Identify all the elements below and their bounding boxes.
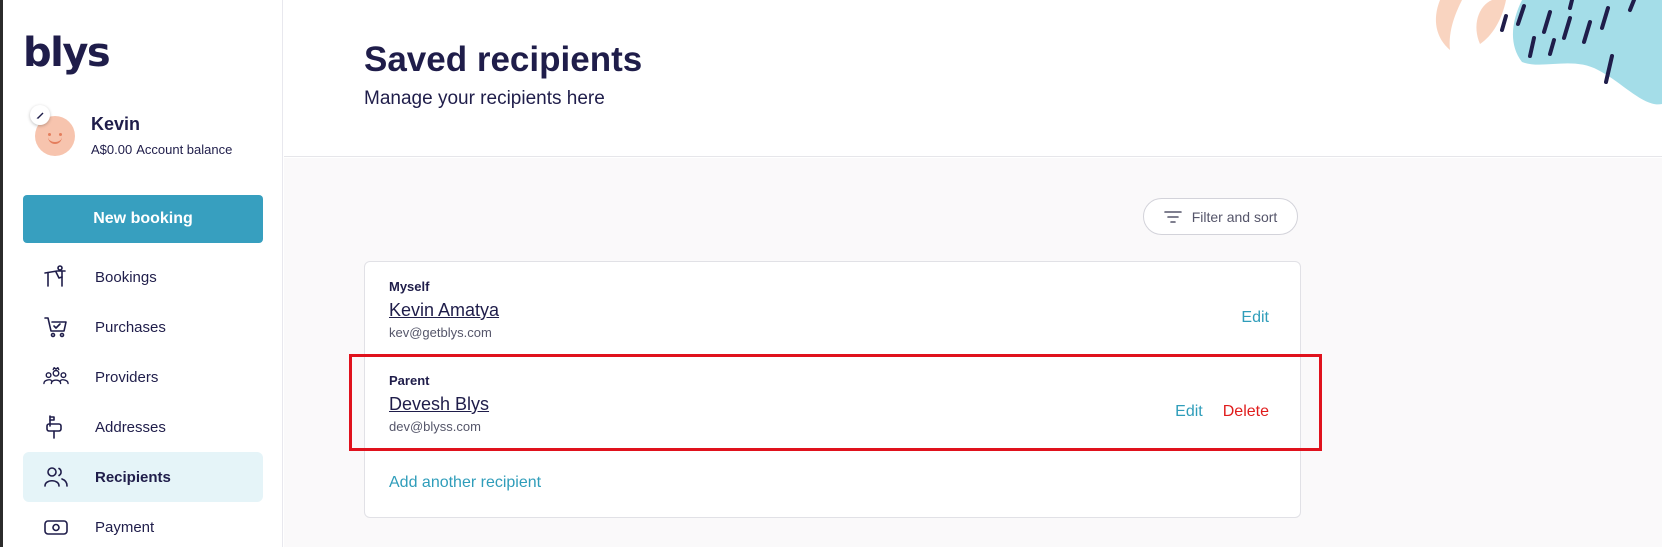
cart-icon: [43, 314, 69, 340]
blys-logo[interactable]: blys: [23, 30, 111, 76]
filter-sort-button[interactable]: Filter and sort: [1143, 198, 1298, 235]
sidebar-item-label: Purchases: [95, 318, 166, 336]
add-recipient-link[interactable]: Add another recipient: [389, 474, 541, 492]
sidebar-item-label: Recipients: [95, 468, 171, 486]
users-icon: [43, 464, 69, 490]
page-title: Saved recipients: [364, 40, 643, 79]
recipient-email: kev@getblys.com: [389, 325, 492, 340]
balance-label: Account balance: [136, 142, 233, 157]
sidebar-item-label: Bookings: [95, 268, 157, 286]
balance-amount: A$0.00: [91, 142, 133, 157]
edit-recipient-button[interactable]: Edit: [1241, 309, 1269, 327]
recipient-relationship: Myself: [389, 279, 430, 294]
page-subtitle: Manage your recipients here: [364, 88, 605, 109]
recipient-name-link[interactable]: Kevin Amatya: [389, 300, 499, 321]
recipients-content: Filter and sort Myself Kevin Amatya kev@…: [284, 158, 1662, 547]
recipient-actions: Edit: [1241, 309, 1269, 327]
providers-group-icon: [43, 364, 69, 390]
sidebar-item-purchases[interactable]: Purchases: [23, 302, 263, 352]
avatar-mouth: [48, 136, 62, 144]
page-header: Saved recipients Manage your recipients …: [284, 0, 1662, 157]
massage-table-icon: [43, 264, 69, 290]
edit-avatar-button[interactable]: [30, 105, 50, 125]
filter-sort-label: Filter and sort: [1191, 208, 1278, 225]
sidebar-item-label: Providers: [95, 368, 159, 386]
recipient-row: Myself Kevin Amatya kev@getblys.com Edit: [389, 279, 1269, 340]
sidebar-item-recipients[interactable]: Recipients: [23, 452, 263, 502]
sidebar-item-label: Payment: [95, 518, 155, 536]
mailbox-icon: [43, 414, 69, 440]
pencil-icon: [36, 112, 44, 119]
main-area: Saved recipients Manage your recipients …: [284, 0, 1662, 547]
account-balance: A$0.00 Account balance: [91, 142, 232, 157]
sidebar-item-providers[interactable]: Providers: [23, 352, 263, 402]
decorative-pattern: [1435, 0, 1662, 105]
new-booking-button[interactable]: New booking: [23, 195, 263, 243]
cash-icon: [43, 514, 69, 540]
sidebar-item-payment[interactable]: Payment: [23, 502, 263, 547]
sidebar: blys Kevin A$0.00 Account balance New boo…: [3, 0, 283, 547]
sidebar-nav: Bookings Purchases Providers Addresses R…: [23, 252, 263, 547]
sidebar-item-addresses[interactable]: Addresses: [23, 402, 263, 452]
sidebar-item-bookings[interactable]: Bookings: [23, 252, 263, 302]
filter-icon: [1163, 210, 1182, 223]
highlight-box: [349, 354, 1322, 451]
user-name: Kevin: [91, 114, 141, 134]
sidebar-item-label: Addresses: [95, 418, 166, 436]
